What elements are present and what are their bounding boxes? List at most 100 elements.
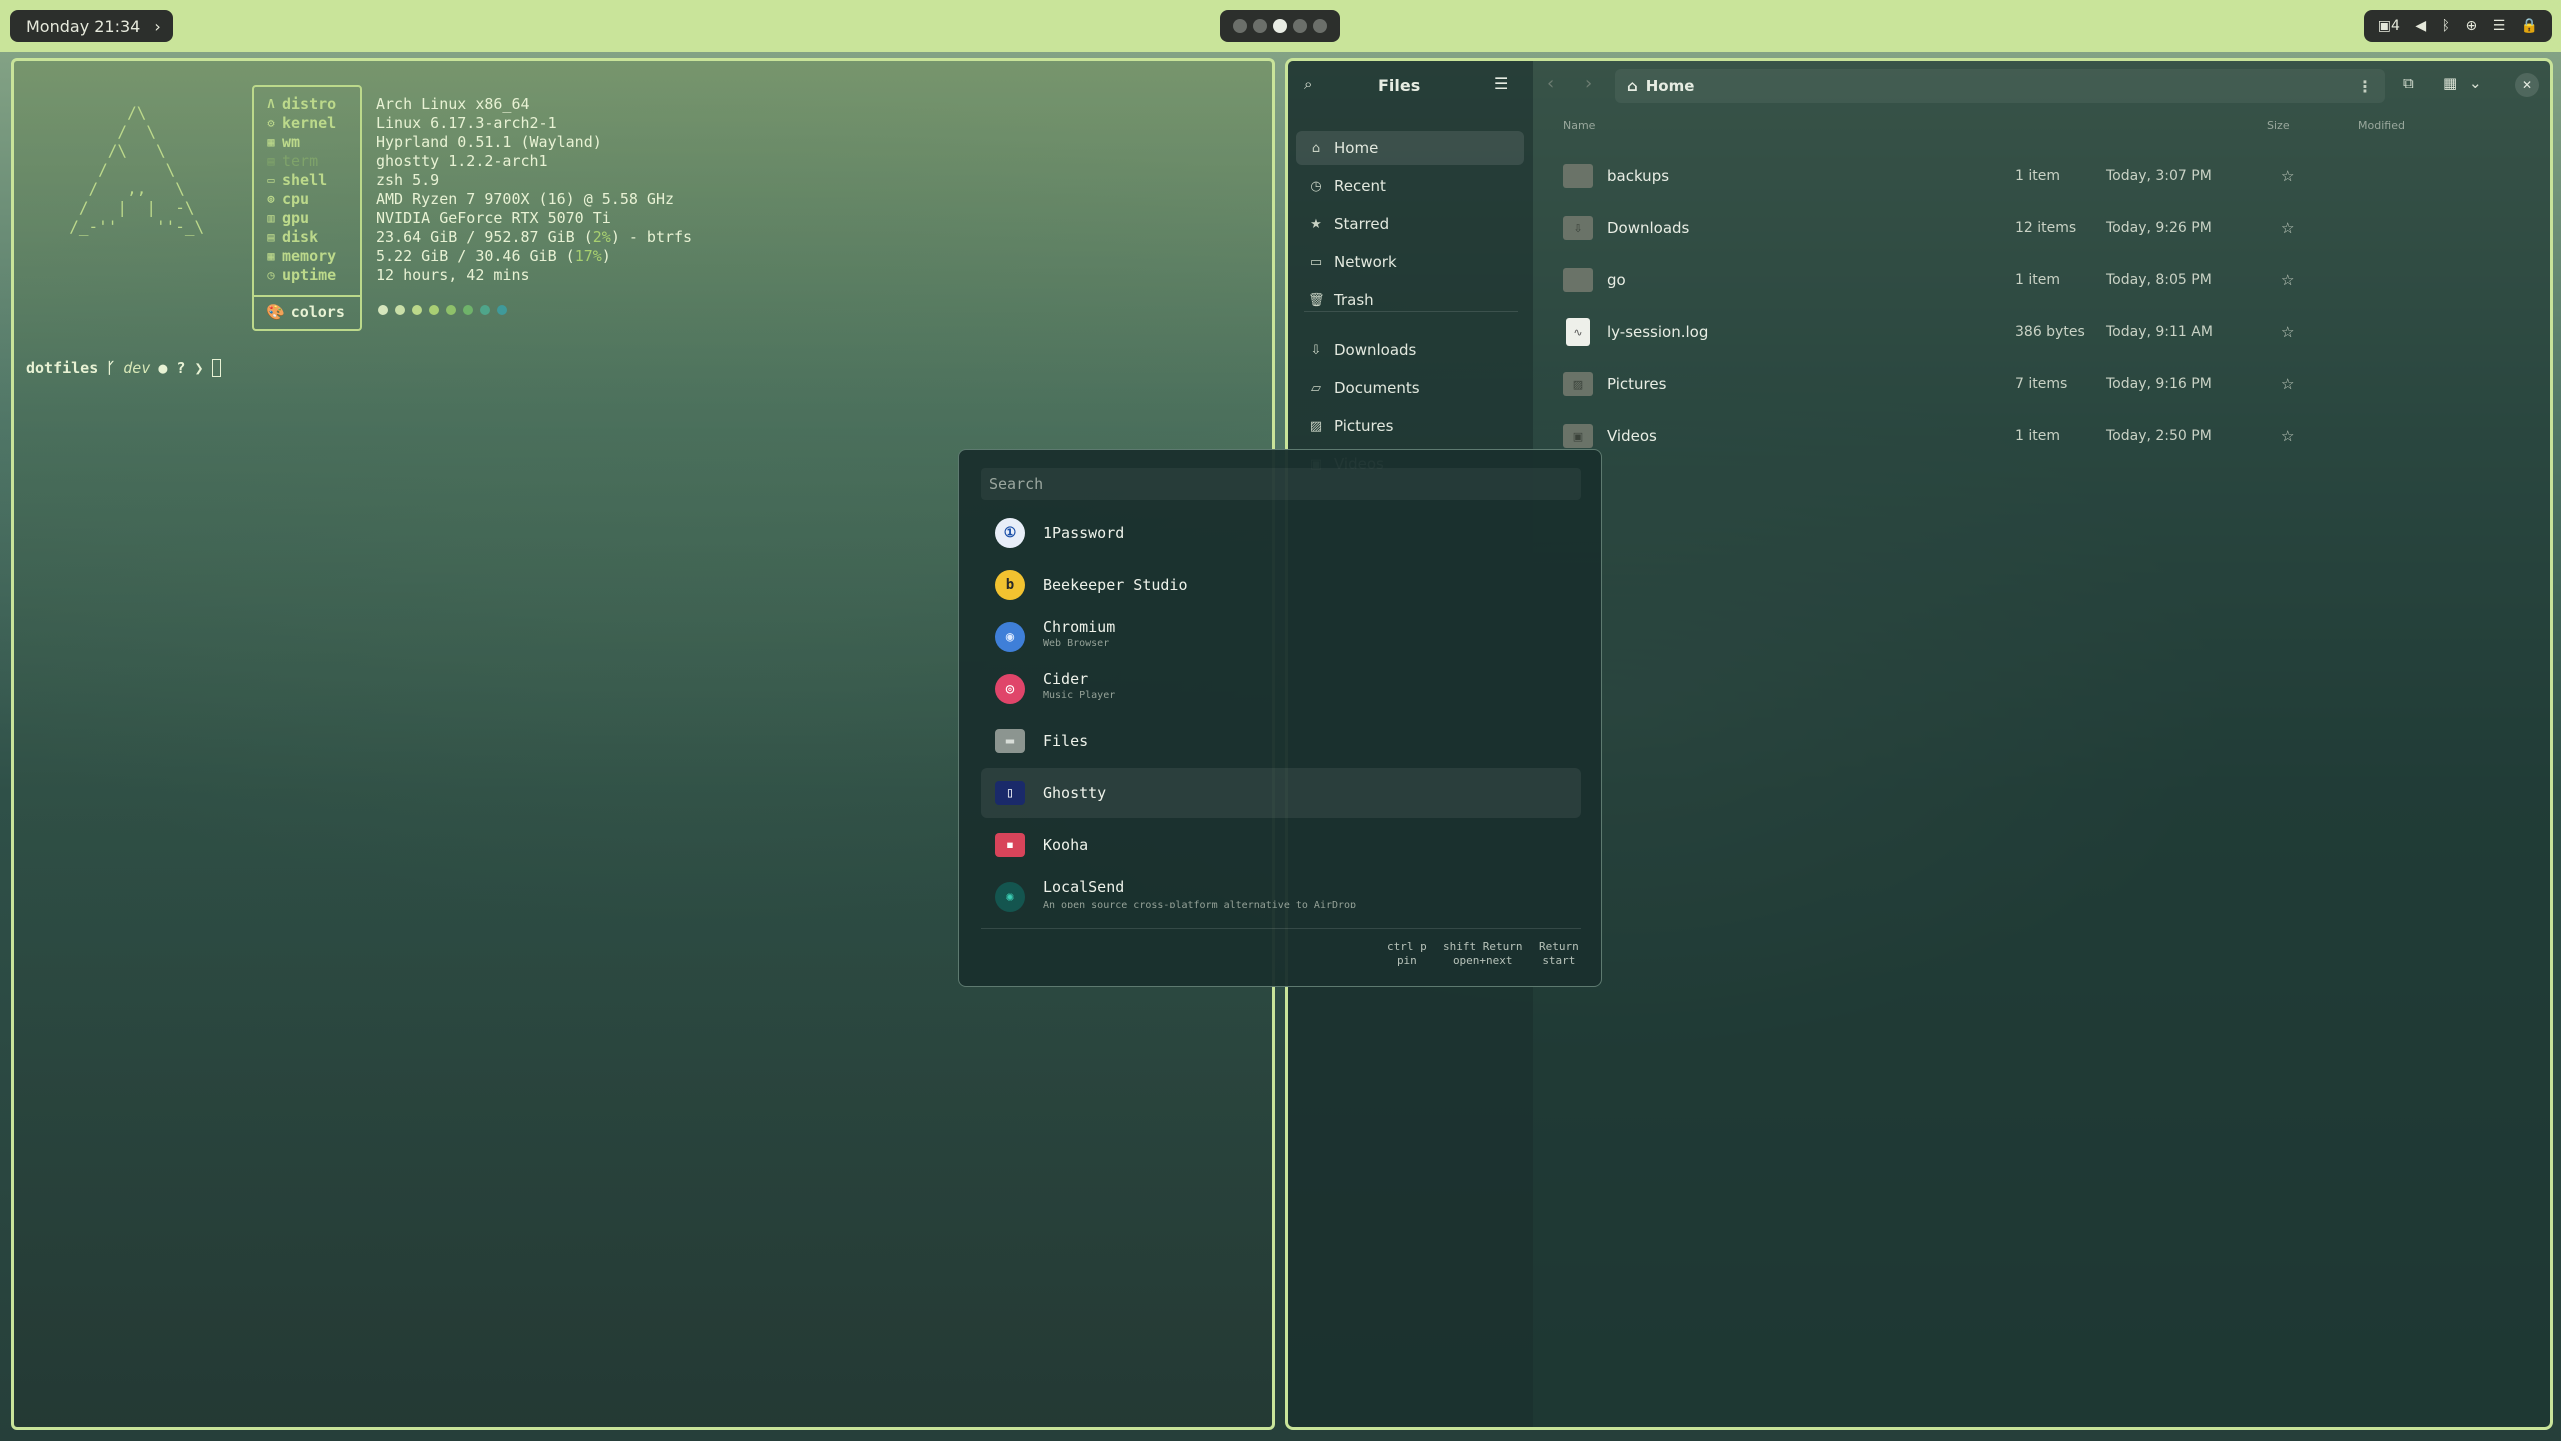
color-dot-4 <box>429 305 439 315</box>
chromium-icon: ◉ <box>995 622 1025 652</box>
workspace-dot-5[interactable] <box>1313 19 1327 33</box>
sidebar-item-documents[interactable]: ▱ Documents <box>1296 371 1524 405</box>
lock-icon[interactable]: 🔒 <box>2521 18 2538 34</box>
sidebar-item-recent[interactable]: ◷ Recent <box>1296 169 1524 203</box>
app-name: Beekeeper Studio <box>1043 576 1188 594</box>
color-dot-7 <box>480 305 490 315</box>
launcher-search-input[interactable] <box>981 468 1581 500</box>
hint-key: ctrl p <box>1387 940 1427 953</box>
color-dot-5 <box>446 305 456 315</box>
fetch-value-text: ) - btrfs <box>610 228 693 246</box>
fetch-key-cpu: ⊚ cpu <box>264 190 336 209</box>
sidebar-item-starred[interactable]: ★ Starred <box>1296 207 1524 241</box>
chevron-right-icon: › <box>154 16 161 36</box>
bluetooth-icon[interactable]: ᛒ <box>2442 18 2450 34</box>
launcher-app-localsend[interactable]: ✺ LocalSend An open source cross-platform … <box>981 872 1581 922</box>
sidebar-item-label: Documents <box>1334 379 1420 397</box>
log-file-icon: ∿ <box>1566 318 1590 346</box>
fetch-key-kernel: ⚙ kernel <box>264 114 336 133</box>
fetch-value-disk: 23.64 GiB / 952.87 GiB (2%) - btrfs <box>376 228 692 247</box>
fetch-key-term: ▤ term <box>264 152 336 171</box>
file-row[interactable]: go 1 item Today, 8:05 PM ☆ <box>1541 257 2541 303</box>
volume-icon[interactable]: ◀ <box>2415 18 2426 34</box>
forward-arrow-icon[interactable]: › <box>1585 73 1592 94</box>
file-row[interactable]: backups 1 item Today, 3:07 PM ☆ <box>1541 153 2541 199</box>
clock-widget[interactable]: Monday 21:34 › <box>10 10 173 42</box>
launcher-app-cider[interactable]: ◎ Cider Music Player <box>981 664 1581 714</box>
launcher-app-beekeeper-studio[interactable]: b Beekeeper Studio <box>981 560 1581 610</box>
chevron-down-icon[interactable]: ⌄ <box>2469 74 2482 92</box>
launcher-app-kooha[interactable]: ▪ Kooha <box>981 820 1581 870</box>
fetch-key-label: distro <box>282 95 337 113</box>
workspace-dot-4[interactable] <box>1293 19 1307 33</box>
network-icon: ▭ <box>1309 254 1323 270</box>
file-name: Videos <box>1607 427 1657 445</box>
launcher-app-ghostty[interactable]: ▯ Ghostty <box>981 768 1581 818</box>
star-icon[interactable]: ☆ <box>2281 167 2294 185</box>
file-row[interactable]: ∿ ly-session.log 386 bytes Today, 9:11 AM ☆ <box>1541 309 2541 355</box>
workspace-dot-1[interactable] <box>1233 19 1247 33</box>
app-name: Kooha <box>1043 836 1089 854</box>
search-icon[interactable]: ⌕ <box>1304 75 1312 93</box>
fetch-key-label: wm <box>282 133 301 151</box>
files-header: ‹ › ⌂ Home ⋮ ⧉ ▦ ⌄ ✕ <box>1533 61 2550 111</box>
star-icon[interactable]: ☆ <box>2281 271 2294 289</box>
keybind-hint: Return start <box>1539 940 1579 968</box>
file-row[interactable]: ⇩ Downloads 12 items Today, 9:26 PM ☆ <box>1541 205 2541 251</box>
new-folder-icon[interactable]: ⧉ <box>2403 74 2414 92</box>
hamburger-menu-icon[interactable]: ☰ <box>1494 74 1508 93</box>
hint-action: open+next <box>1452 954 1513 967</box>
sidebar-item-network[interactable]: ▭ Network <box>1296 245 1524 279</box>
sidebar-item-label: Pictures <box>1334 417 1394 435</box>
star-icon[interactable]: ☆ <box>2281 375 2294 393</box>
app-name: Cider <box>1043 670 1089 688</box>
sidebar-item-pictures[interactable]: ▨ Pictures <box>1296 409 1524 443</box>
file-name: Pictures <box>1607 375 1667 393</box>
settings-icon[interactable]: ☰ <box>2493 18 2506 34</box>
column-size[interactable]: Size <box>2267 119 2290 132</box>
back-arrow-icon[interactable]: ‹ <box>1547 73 1554 94</box>
shell-prompt[interactable]: dotfiles ᚴ dev ● ? ❯ <box>26 359 221 377</box>
fetch-keys: Λdistro ⚙ kernel ▦ wm ▤ term ▭ shell ⊚ cpu ▥ gpu ▤ dis… <box>264 95 336 285</box>
file-size: 386 bytes <box>2015 324 2085 340</box>
file-size: 1 item <box>2015 272 2060 288</box>
grid-view-icon[interactable]: ▦ <box>2443 74 2457 92</box>
file-size: 1 item <box>2015 428 2060 444</box>
file-row[interactable]: ▣ Videos 1 item Today, 2:50 PM ☆ <box>1541 413 2541 459</box>
more-options-icon[interactable]: ⋮ <box>2357 77 2373 96</box>
file-name: backups <box>1607 167 1670 185</box>
star-icon[interactable]: ☆ <box>2281 219 2294 237</box>
arch-ascii-logo: /\ / \ /\ \ / \ / ,, \ / | | -\ /_-'' ''… <box>69 103 205 236</box>
file-size: 1 item <box>2015 168 2060 184</box>
download-icon: ⇩ <box>1310 342 1322 358</box>
launcher-app-files[interactable]: ▬ Files <box>981 716 1581 766</box>
sidebar-item-label: Downloads <box>1334 341 1417 359</box>
file-modified: Today, 9:26 PM <box>2106 220 2212 236</box>
launcher-app-1password[interactable]: ① 1Password <box>981 508 1581 558</box>
star-icon[interactable]: ☆ <box>2281 323 2294 341</box>
grid-icon: ▦ <box>267 135 275 149</box>
fetch-colors-label: 🎨 colors <box>266 303 345 321</box>
sidebar-item-downloads[interactable]: ⇩ Downloads <box>1296 333 1524 367</box>
file-row[interactable]: ▨ Pictures 7 items Today, 9:16 PM ☆ <box>1541 361 2541 407</box>
workspace-dot-2[interactable] <box>1253 19 1267 33</box>
color-palette <box>378 305 507 315</box>
column-name[interactable]: Name <box>1563 119 1595 132</box>
launcher-app-chromium[interactable]: ◉ Chromium Web Browser <box>981 612 1581 662</box>
fetch-value-cpu: AMD Ryzen 7 9700X (16) @ 5.58 GHz <box>376 190 675 208</box>
column-modified[interactable]: Modified <box>2358 119 2405 132</box>
workspace-dot-3[interactable] <box>1273 19 1287 33</box>
sidebar-item-home[interactable]: ⌂ Home <box>1296 131 1524 165</box>
fetch-key-gpu: ▥ gpu <box>264 209 336 228</box>
app-name: LocalSend <box>1043 878 1125 896</box>
display-icon[interactable]: ▣4 <box>2378 18 2400 34</box>
path-bar[interactable]: ⌂ Home ⋮ <box>1615 69 2385 103</box>
shell-icon: ▭ <box>267 173 275 187</box>
close-icon[interactable]: ✕ <box>2515 73 2539 97</box>
network-icon[interactable]: ⊕ <box>2466 18 2478 34</box>
star-icon[interactable]: ☆ <box>2281 427 2294 445</box>
fetch-value-term: ghostty 1.2.2-arch1 <box>376 152 548 170</box>
text-cursor <box>211 359 221 377</box>
fetch-value-wm: Hyprland 0.51.1 (Wayland) <box>376 133 602 151</box>
path-label: Home <box>1645 77 1695 95</box>
